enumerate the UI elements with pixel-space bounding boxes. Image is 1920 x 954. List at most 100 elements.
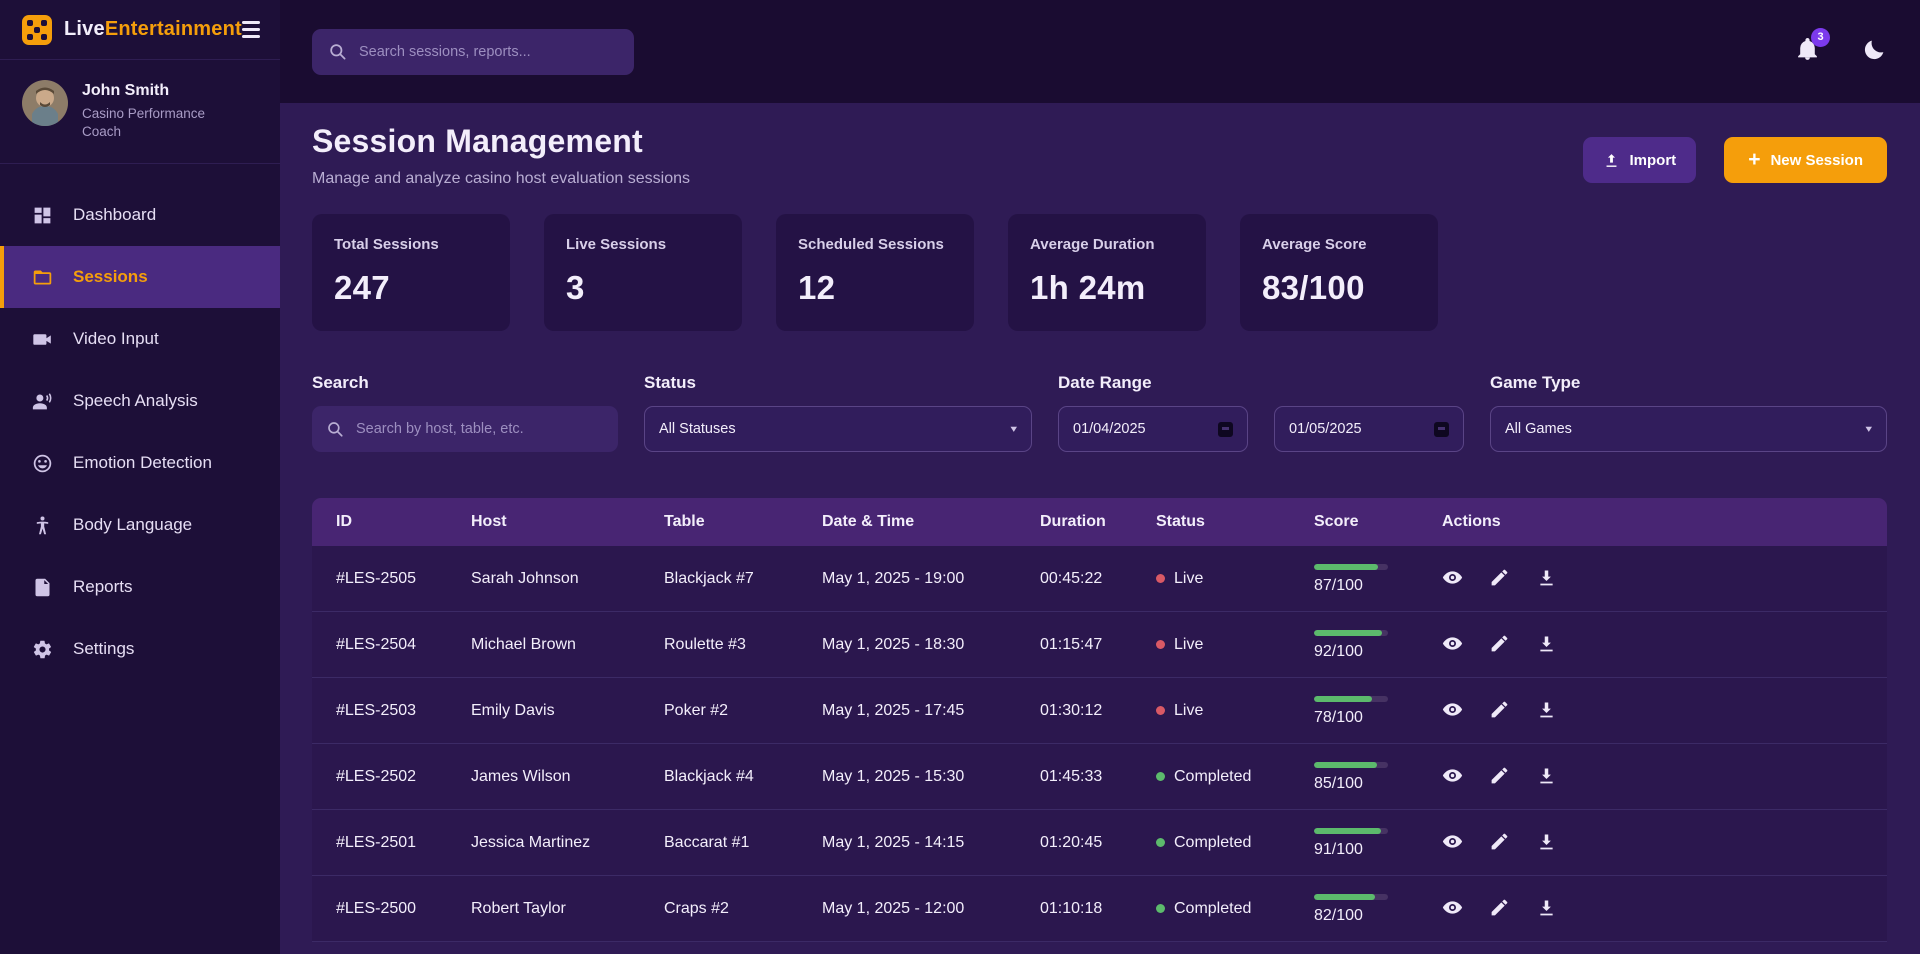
score-value: 78/100 (1314, 709, 1363, 726)
status-cell: Live (1156, 570, 1314, 588)
status-select[interactable]: All Statuses ▾ (644, 406, 1032, 452)
upload-icon (1603, 152, 1620, 169)
session-duration: 01:10:18 (1040, 900, 1156, 918)
sidebar-item-label: Speech Analysis (73, 391, 198, 411)
score-bar-track (1314, 828, 1388, 834)
download-icon (1536, 699, 1557, 720)
status-select-value: All Statuses (659, 421, 736, 437)
notifications-button[interactable]: 3 (1795, 37, 1820, 67)
column-header-status: Status (1156, 513, 1314, 531)
actions-cell (1442, 897, 1887, 921)
download-button[interactable] (1536, 831, 1557, 855)
session-host: Emily Davis (471, 702, 664, 720)
status-dot (1156, 772, 1165, 781)
import-button[interactable]: Import (1583, 137, 1697, 183)
view-button[interactable] (1442, 765, 1463, 789)
edit-button[interactable] (1489, 567, 1510, 591)
table-row[interactable]: #LES-2504 Michael Brown Roulette #3 May … (312, 612, 1887, 678)
table-body: #LES-2505 Sarah Johnson Blackjack #7 May… (312, 546, 1887, 942)
date-from-input[interactable]: 01/04/2025 (1058, 406, 1248, 452)
table-row[interactable]: #LES-2501 Jessica Martinez Baccarat #1 M… (312, 810, 1887, 876)
session-table: Craps #2 (664, 900, 822, 918)
user-name: John Smith (82, 80, 232, 102)
sidebar-item-label: Emotion Detection (73, 453, 212, 473)
session-duration: 01:45:33 (1040, 768, 1156, 786)
sidebar-item-label: Settings (73, 639, 134, 659)
edit-button[interactable] (1489, 831, 1510, 855)
eye-icon (1442, 567, 1463, 588)
emotion-face-icon (32, 453, 53, 474)
sidebar-item-video-input[interactable]: Video Input (0, 308, 280, 370)
view-button[interactable] (1442, 897, 1463, 921)
stat-value: 12 (798, 269, 952, 307)
status-cell: Completed (1156, 900, 1314, 918)
session-duration: 01:15:47 (1040, 636, 1156, 654)
session-id: #LES-2504 (336, 636, 471, 654)
brand-secondary: Entertainment (105, 18, 242, 40)
hamburger-menu-icon[interactable] (242, 17, 260, 42)
sidebar-item-body-language[interactable]: Body Language (0, 494, 280, 556)
download-button[interactable] (1536, 633, 1557, 657)
view-button[interactable] (1442, 567, 1463, 591)
page-title: Session Management (312, 123, 690, 160)
sidebar-item-emotion-detection[interactable]: Emotion Detection (0, 432, 280, 494)
date-to-input[interactable]: 01/05/2025 (1274, 406, 1464, 452)
view-button[interactable] (1442, 633, 1463, 657)
stat-label: Live Sessions (566, 236, 720, 253)
actions-cell (1442, 633, 1887, 657)
global-search[interactable] (312, 29, 634, 75)
score-bar-track (1314, 564, 1388, 570)
edit-button[interactable] (1489, 699, 1510, 723)
dark-mode-toggle[interactable] (1862, 37, 1887, 67)
download-button[interactable] (1536, 765, 1557, 789)
game-type-value: All Games (1505, 421, 1572, 437)
table-row[interactable]: #LES-2505 Sarah Johnson Blackjack #7 May… (312, 546, 1887, 612)
sidebar-menu: Dashboard Sessions Video Input Speech An… (0, 164, 280, 680)
sidebar-item-label: Dashboard (73, 205, 156, 225)
column-header-table: Table (664, 513, 822, 531)
score-bar-track (1314, 696, 1388, 702)
edit-button[interactable] (1489, 633, 1510, 657)
brand-name: LiveEntertainment (64, 18, 242, 41)
sidebar-item-reports[interactable]: Reports (0, 556, 280, 618)
download-button[interactable] (1536, 897, 1557, 921)
filter-date-range-group: Date Range 01/04/2025 01/05/2025 (1058, 373, 1464, 452)
sidebar-item-settings[interactable]: Settings (0, 618, 280, 680)
sidebar-item-sessions[interactable]: Sessions (0, 246, 280, 308)
user-role: Casino Performance Coach (82, 105, 232, 141)
status-dot (1156, 838, 1165, 847)
status-filter-label: Status (644, 373, 1032, 393)
table-row[interactable]: #LES-2503 Emily Davis Poker #2 May 1, 20… (312, 678, 1887, 744)
eye-icon (1442, 699, 1463, 720)
game-type-select[interactable]: All Games ▾ (1490, 406, 1887, 452)
stat-label: Scheduled Sessions (798, 236, 952, 253)
new-session-button[interactable]: + New Session (1724, 137, 1887, 183)
filter-status-group: Status All Statuses ▾ (644, 373, 1032, 452)
session-host: Jessica Martinez (471, 834, 664, 852)
table-row[interactable]: #LES-2502 James Wilson Blackjack #4 May … (312, 744, 1887, 810)
pencil-icon (1489, 897, 1510, 918)
global-search-input[interactable] (359, 44, 618, 60)
table-row[interactable]: #LES-2500 Robert Taylor Craps #2 May 1, … (312, 876, 1887, 942)
session-host: Michael Brown (471, 636, 664, 654)
edit-button[interactable] (1489, 897, 1510, 921)
download-button[interactable] (1536, 699, 1557, 723)
brand-primary: Live (64, 18, 105, 40)
view-button[interactable] (1442, 699, 1463, 723)
search-filter-input[interactable] (356, 421, 604, 437)
download-button[interactable] (1536, 567, 1557, 591)
score-bar-track (1314, 894, 1388, 900)
content: Session Management Manage and analyze ca… (280, 103, 1920, 954)
search-filter[interactable] (312, 406, 618, 452)
stat-card-average-score: Average Score 83/100 (1240, 214, 1438, 331)
status-label: Live (1174, 636, 1203, 654)
status-cell: Live (1156, 702, 1314, 720)
sidebar-item-speech-analysis[interactable]: Speech Analysis (0, 370, 280, 432)
sidebar-item-dashboard[interactable]: Dashboard (0, 184, 280, 246)
view-button[interactable] (1442, 831, 1463, 855)
download-icon (1536, 567, 1557, 588)
edit-button[interactable] (1489, 765, 1510, 789)
sidebar-item-label: Body Language (73, 515, 192, 535)
session-table: Baccarat #1 (664, 834, 822, 852)
body-person-icon (32, 515, 53, 536)
